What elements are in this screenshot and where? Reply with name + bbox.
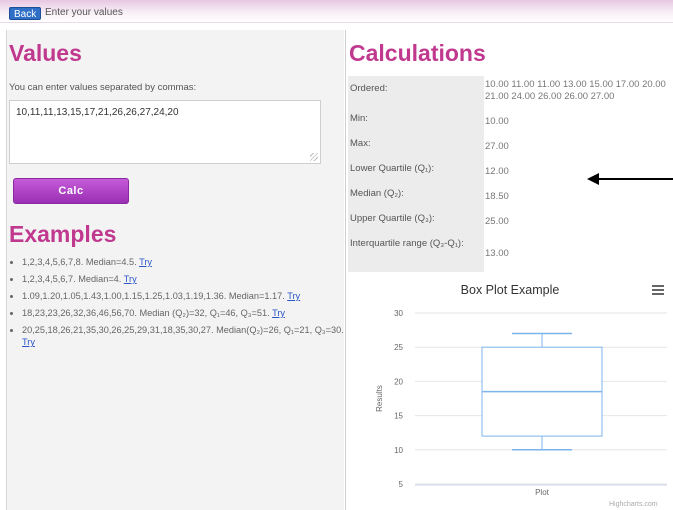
chart-credits[interactable]: Highcharts.com [609,501,658,508]
examples-list: 1,2,3,4,5,6,7,8. Median=4.5. Try 1,2,3,4… [8,256,358,353]
chart-plot-area: 5 10 15 20 25 30 Results Plot [375,309,667,497]
example-item: 1.09,1.20,1.05,1.43,1.00,1.15,1.25,1.03,… [22,290,358,302]
try-link[interactable]: Try [139,257,152,267]
annotation-arrow-icon [587,173,599,185]
values-input-text: 10,11,11,13,15,17,21,26,26,27,24,20 [16,107,179,118]
example-text: 1,2,3,4,5,6,7. Median=4. [22,274,122,284]
examples-heading: Examples [9,221,117,247]
calc-value: 25.00 [485,216,509,227]
example-item: 1,2,3,4,5,6,7,8. Median=4.5. Try [22,256,358,268]
topbar-title: Enter your values [45,7,123,18]
y-tick-label: 5 [399,480,404,489]
y-axis-label: Results [375,385,384,412]
example-item: 18,23,23,26,32,36,46,56,70. Median (Q₂)=… [22,307,358,319]
calc-value: 10.00 11.00 11.00 13.00 15.00 17.00 20.0… [485,79,666,102]
y-tick-label: 15 [394,412,403,421]
values-input[interactable]: 10,11,11,13,15,17,21,26,26,27,24,20 [9,100,321,164]
example-text: 1.09,1.20,1.05,1.43,1.00,1.15,1.25,1.03,… [22,291,285,301]
calc-button[interactable]: Calc [13,178,129,204]
y-tick-label: 30 [394,309,403,318]
calc-value: 12.00 [485,166,509,177]
x-tick-label: Plot [535,488,550,497]
example-item: 20,25,18,26,21,35,30,26,25,29,31,18,35,3… [22,324,358,348]
example-text: 20,25,18,26,21,35,30,26,25,29,31,18,35,3… [22,325,344,335]
calc-label: Max: [348,136,484,161]
top-bar: Back Enter your values [0,0,673,23]
example-text: 1,2,3,4,5,6,7,8. Median=4.5. [22,257,137,267]
back-button[interactable]: Back [9,7,42,20]
try-link[interactable]: Try [272,308,285,318]
calc-label: Upper Quartile (Q₃): [348,211,484,236]
calc-label: Lower Quartile (Q₁): [348,161,484,186]
calc-label: Min: [348,111,484,136]
values-heading: Values [9,40,82,66]
y-tick-label: 20 [394,377,403,386]
y-tick-label: 25 [394,343,403,352]
calc-value: 10.00 [485,116,509,127]
panel-divider [345,30,346,510]
calc-label: Median (Q₂): [348,186,484,211]
try-link[interactable]: Try [22,337,35,347]
try-link[interactable]: Try [287,291,300,301]
calc-label: Ordered: [348,76,484,111]
annotation-arrow-line [598,178,673,180]
calc-value: 18.50 [485,191,509,202]
values-hint: You can enter values separated by commas… [9,82,197,93]
box-plot-chart: Box Plot Example 5 10 15 20 25 30 Results Plot … [347,276,673,510]
y-tick-label: 10 [394,446,403,455]
calc-value: 27.00 [485,141,509,152]
resize-grip-icon[interactable] [310,153,318,161]
calc-value: 13.00 [485,248,509,259]
calculations-heading: Calculations [349,40,486,66]
calc-label: Interquartile range (Q₃-Q₁): [348,236,484,272]
try-link[interactable]: Try [124,274,137,284]
example-text: 18,23,23,26,32,36,46,56,70. Median (Q₂)=… [22,308,270,318]
example-item: 1,2,3,4,5,6,7. Median=4. Try [22,273,358,285]
